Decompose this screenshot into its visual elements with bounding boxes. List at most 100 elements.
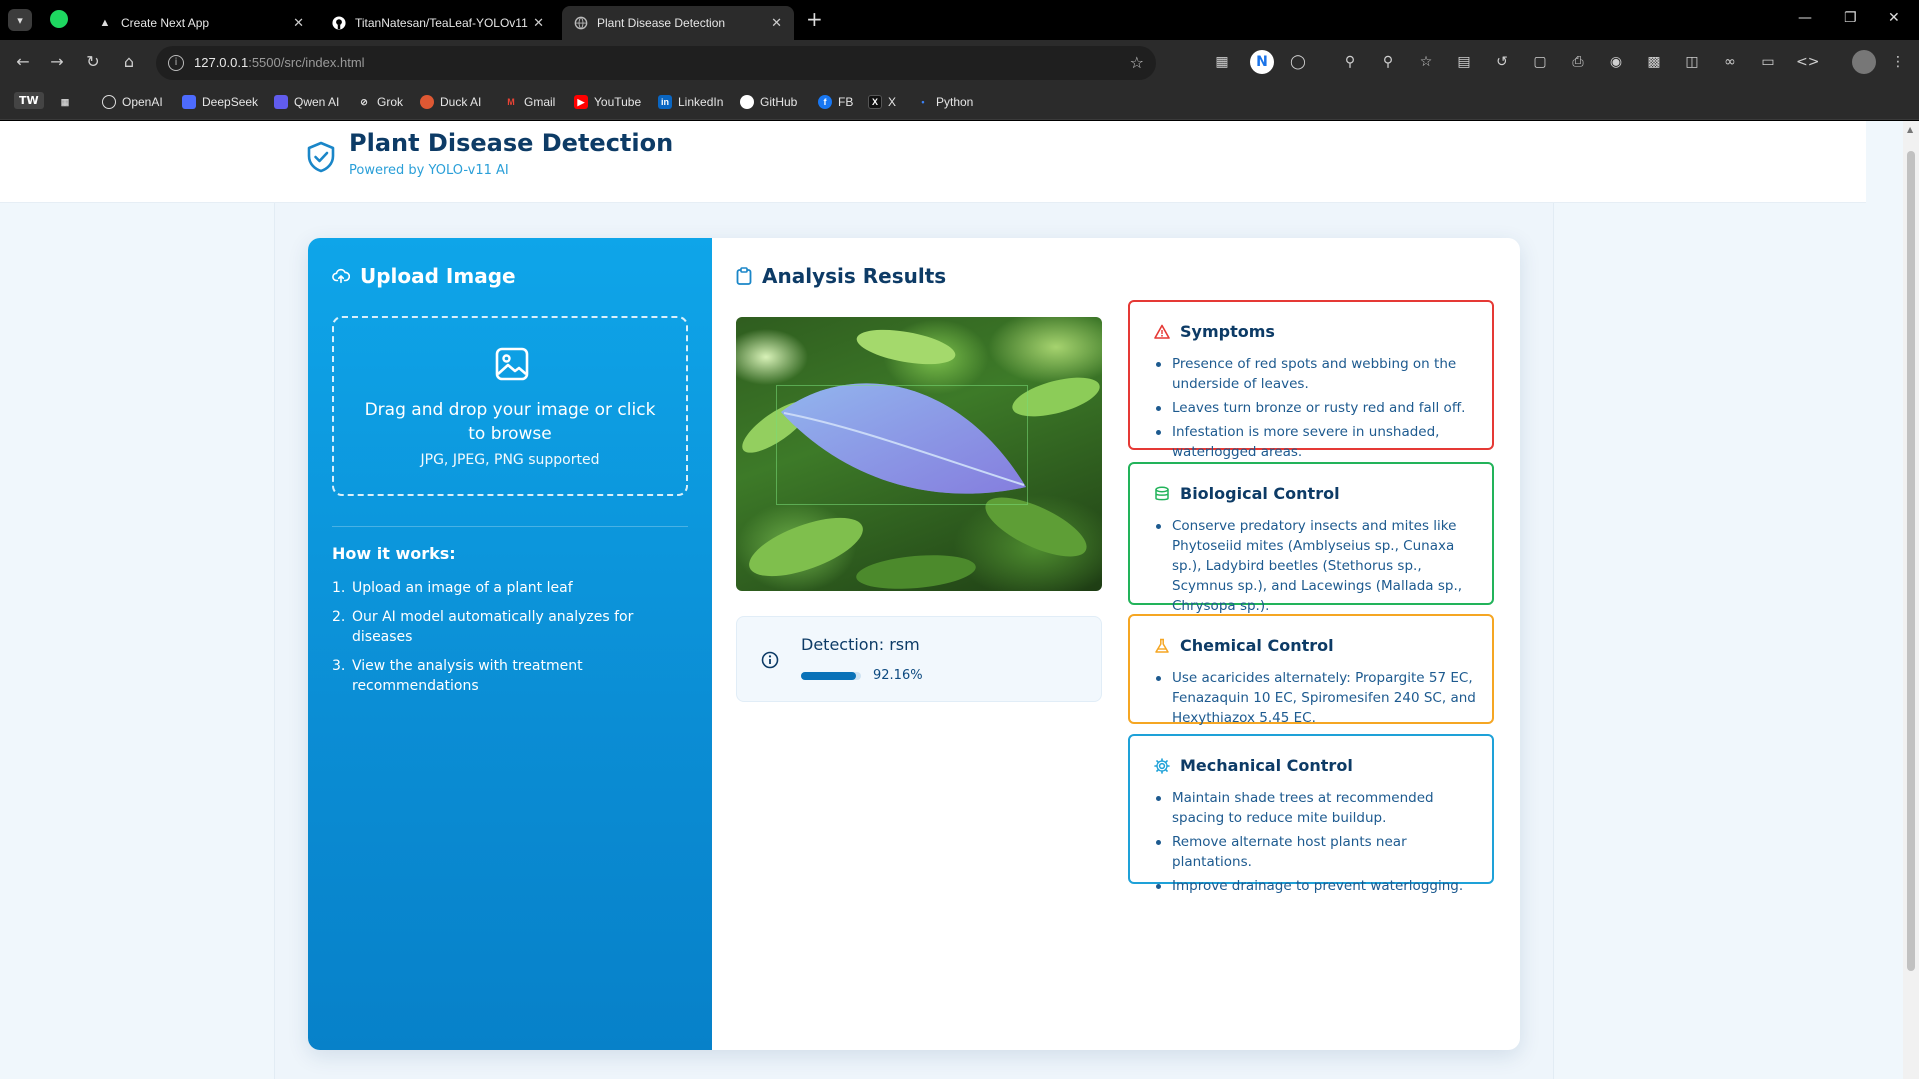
app-header: Plant Disease Detection Powered by YOLO-… [0,121,1866,203]
scrollbar-thumb[interactable] [1907,151,1915,971]
cloud-upload-icon [332,268,350,284]
link-icon[interactable]: ∞ [1720,52,1740,72]
close-icon[interactable]: ✕ [293,15,304,31]
list-item: 2. Our AI model automatically analyzes fo… [332,609,634,645]
site-info-icon[interactable]: i [168,55,184,71]
list-item: Improve drainage to prevent waterlogging… [1154,876,1480,896]
tab-title: TitanNatesan/TeaLeaf-YOLOv11 [355,16,528,30]
minimize-icon[interactable]: — [1798,10,1812,26]
duckduckgo-icon [420,95,434,109]
bookmark-star-icon[interactable]: ☆ [1130,53,1144,72]
profile-avatar[interactable] [1852,50,1876,74]
restore-icon[interactable]: ❐ [1844,10,1857,26]
shield-check-icon [307,141,335,173]
notion-extension-icon[interactable]: N [1250,50,1274,74]
page-title: Plant Disease Detection [349,129,674,157]
info-icon [761,651,779,669]
confidence-bar [801,672,861,680]
grok-icon: ⊘ [360,96,368,107]
bookmark-duck-ai[interactable]: Duck AI [420,95,481,109]
divider [332,526,688,527]
devtools-code-icon[interactable]: <> [1796,52,1819,72]
forward-icon[interactable]: → [46,52,68,71]
bookmark-gmail[interactable]: M Gmail [504,95,555,109]
gmail-icon: M [507,97,515,107]
reload-icon[interactable]: ↻ [82,52,104,71]
page-viewport: Plant Disease Detection Powered by YOLO-… [0,121,1919,1079]
list-item: Maintain shade trees at recommended spac… [1154,788,1480,828]
main-card: Upload Image Drag and drop your image or… [308,238,1520,1050]
dropzone-text: Drag and drop your image or click to bro… [364,400,656,444]
symptoms-list: Presence of red spots and webbing on the… [1154,354,1480,466]
delete-icon[interactable]: ▢ [1530,52,1550,72]
clipboard-icon [736,267,752,285]
tab-search-button[interactable]: ▾ [8,9,32,31]
confidence-value: 92.16% [873,668,923,683]
print-icon[interactable]: ⎙ [1568,52,1588,72]
new-tab-button[interactable]: + [806,9,823,29]
reading-list-icon[interactable]: ▤ [1454,52,1474,72]
bookmark-github[interactable]: GitHub [740,95,797,109]
warning-triangle-icon [1154,324,1170,339]
tab-title: Create Next App [121,16,210,30]
favorites-icon[interactable]: ☆ [1416,52,1436,72]
bookmark-fb[interactable]: f FB [818,95,853,109]
bookmark-linkedin[interactable]: in LinkedIn [658,95,723,109]
tab-github-repo[interactable]: TitanNatesan/TeaLeaf-YOLOv11 ✕ [320,6,556,40]
translate-icon[interactable]: ◉ [1606,52,1626,72]
upload-panel: Upload Image Drag and drop your image or… [308,238,712,1050]
openai-icon [102,95,116,109]
bookmarks-bar: TW ▦ OpenAI DeepSeek Qwen AI ⊘ Grok Duck … [0,86,1919,120]
bookmark-python[interactable]: • Python [916,95,973,109]
bookmark-openai[interactable]: OpenAI [102,95,163,109]
symptoms-title: Symptoms [1154,322,1275,341]
close-window-icon[interactable]: ✕ [1888,10,1900,26]
scroll-up-arrow-icon[interactable]: ▲ [1907,125,1913,134]
qwen-icon [274,95,288,109]
github-icon [332,16,346,30]
reader-mode-icon[interactable]: ◫ [1682,52,1702,72]
list-item: Use acaricides alternately: Propargite 5… [1154,668,1480,728]
gear-icon [1154,757,1170,774]
apps-grid-icon[interactable]: ▦ [58,95,78,109]
how-it-works-title: How it works: [332,544,456,563]
bookmark-deepseek[interactable]: DeepSeek [182,95,258,109]
tab-plant-disease-detection[interactable]: Plant Disease Detection ✕ [562,6,794,40]
bookmark-youtube[interactable]: ▶ YouTube [574,95,641,109]
address-bar[interactable]: i 127.0.0.1:5500/src/index.html ☆ [156,46,1156,80]
x-icon: X [868,95,882,109]
list-item: Presence of red spots and webbing on the… [1154,354,1480,394]
close-icon[interactable]: ✕ [771,15,782,31]
tab-title: Plant Disease Detection [597,16,726,30]
qr-code-icon[interactable]: ▩ [1644,52,1664,72]
translate-extension-icon[interactable]: ▦ [1212,52,1232,72]
detection-bounding-box [776,385,1028,505]
more-menu-icon[interactable]: ⋮ [1888,52,1908,72]
spotify-pinned-tab[interactable] [50,10,68,28]
history-icon[interactable]: ↺ [1492,52,1512,72]
tab-create-next-app[interactable]: ▲ Create Next App ✕ [86,6,316,40]
triangle-icon: ▲ [99,17,111,29]
cast-icon[interactable]: ▭ [1758,52,1778,72]
mechanical-control-card: Mechanical Control Maintain shade trees … [1128,734,1494,894]
profile-badge[interactable]: TW [14,92,44,109]
close-icon[interactable]: ✕ [533,15,544,31]
list-item: 1. Upload an image of a plant leaf [332,580,573,596]
extensions-puzzle-icon[interactable]: ◯ [1288,52,1308,72]
home-icon[interactable]: ⌂ [118,52,140,71]
bookmark-x[interactable]: XX [868,95,896,109]
back-icon[interactable]: ← [12,52,34,71]
deepseek-icon [182,95,196,109]
password-key-icon[interactable]: ⚲ [1340,52,1360,72]
bookmark-qwen[interactable]: Qwen AI [274,95,339,109]
github-icon [740,95,754,109]
mechanical-control-title: Mechanical Control [1154,756,1353,775]
flask-icon [1155,638,1169,653]
image-icon [495,347,529,381]
globe-icon [574,16,588,30]
image-dropzone[interactable]: Drag and drop your image or click to bro… [332,316,688,496]
page-scrollbar[interactable]: ▲ [1903,121,1919,1079]
location-pin-icon[interactable]: ⚲ [1378,52,1398,72]
browser-tab-bar: ▾ ▲ Create Next App ✕ TitanNatesan/TeaLe… [0,0,1919,40]
bookmark-grok[interactable]: ⊘ Grok [357,95,403,109]
